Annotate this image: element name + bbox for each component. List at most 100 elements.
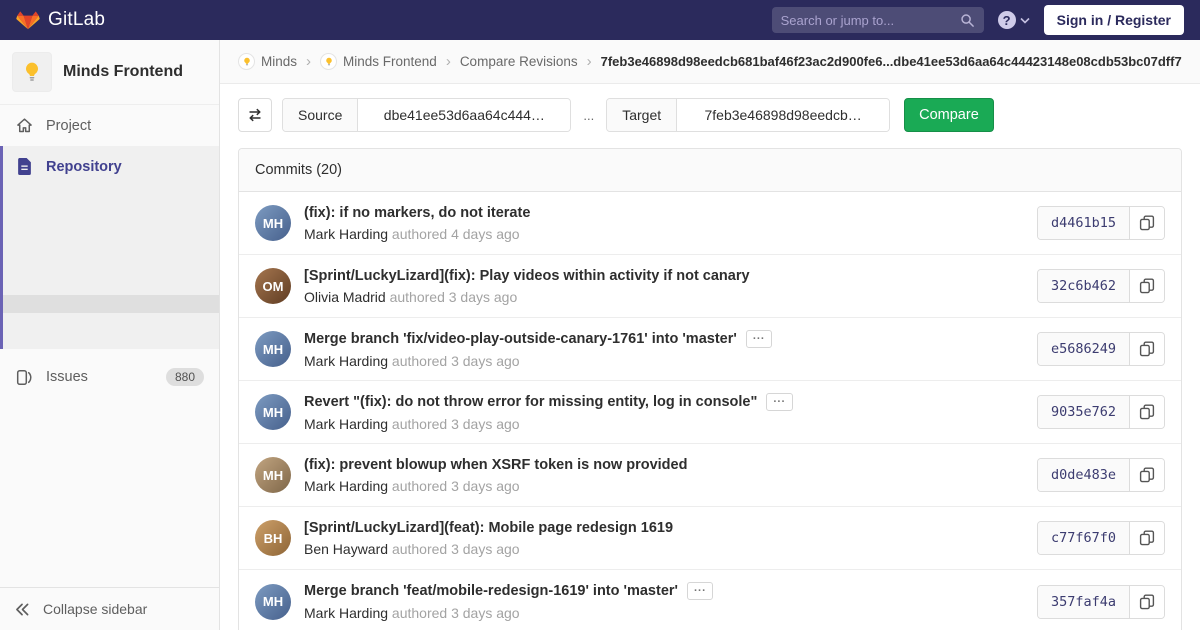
expand-commit-description-button[interactable]: ... — [766, 392, 793, 411]
sidebar-subitem[interactable] — [3, 205, 219, 223]
issues-icon — [15, 369, 33, 386]
commit-author-avatar[interactable]: MH — [255, 457, 291, 493]
expand-commit-description-button[interactable]: ... — [745, 329, 772, 348]
commit-sha-group: 357faf4a — [1036, 584, 1165, 619]
copy-sha-button[interactable] — [1130, 396, 1164, 428]
commit-title-link[interactable]: Merge branch 'fix/video-play-outside-can… — [304, 331, 737, 347]
main-content: Minds › Minds Frontend › Compare Revisio… — [220, 40, 1200, 630]
sidebar-subitem[interactable] — [3, 295, 219, 313]
commit-author-link[interactable]: Mark Harding — [304, 353, 388, 369]
project-avatar[interactable] — [12, 52, 52, 92]
source-ref-input[interactable] — [358, 99, 571, 131]
breadcrumb-link[interactable]: Minds Frontend — [320, 53, 437, 70]
commit-author-link[interactable]: Olivia Madrid — [304, 289, 386, 305]
breadcrumb-label: Minds — [261, 54, 298, 69]
commit-sha-group: d0de483e — [1036, 458, 1165, 492]
commit-title-link[interactable]: [Sprint/LuckyLizard](fix): Play videos w… — [304, 268, 750, 284]
commit-main: Merge branch 'feat/mobile-redesign-1619'… — [304, 582, 714, 621]
nav-link[interactable] — [123, 0, 145, 40]
copy-sha-button[interactable] — [1130, 207, 1164, 239]
commit-title-link[interactable]: (fix): prevent blowup when XSRF token is… — [304, 457, 687, 473]
commit-main: Revert "(fix): do not throw error for mi… — [304, 392, 793, 432]
help-menu[interactable]: ? — [997, 11, 1030, 29]
commit-title-link[interactable]: [Sprint/LuckyLizard](feat): Mobile page … — [304, 520, 673, 536]
commit-sha-group: 9035e762 — [1036, 395, 1165, 429]
commit-sha-link[interactable]: 32c6b462 — [1037, 270, 1130, 302]
search-icon — [960, 13, 975, 28]
breadcrumb-link[interactable]: Minds — [238, 53, 297, 70]
commit-main: [Sprint/LuckyLizard](feat): Mobile page … — [304, 520, 673, 557]
commit-author-avatar[interactable]: OM — [255, 268, 291, 304]
commit-author-avatar[interactable]: MH — [255, 394, 291, 430]
search-input[interactable] — [780, 12, 960, 28]
copy-sha-button[interactable] — [1130, 270, 1164, 302]
nav-link[interactable] — [167, 0, 189, 40]
expand-commit-description-button[interactable]: ... — [686, 582, 714, 600]
swap-revisions-button[interactable] — [238, 98, 272, 132]
sidebar-subitem[interactable] — [3, 187, 219, 205]
lightbulb-icon — [21, 61, 43, 83]
commit-author-avatar[interactable]: MH — [255, 331, 291, 367]
sidebar-subitem[interactable] — [3, 223, 219, 241]
commit-author-avatar[interactable]: MH — [255, 205, 291, 241]
target-ref-input[interactable] — [677, 99, 890, 131]
copy-sha-button[interactable] — [1130, 522, 1164, 554]
commit-sha-link[interactable]: 9035e762 — [1037, 396, 1130, 428]
commit-sha-link[interactable]: e5686249 — [1037, 333, 1130, 365]
primary-nav — [123, 0, 211, 40]
commit-author-link[interactable]: Ben Hayward — [304, 541, 388, 557]
collapse-sidebar-label: Collapse sidebar — [43, 601, 148, 617]
sidebar-subitem[interactable] — [3, 241, 219, 259]
sidebar-item-label: Repository — [46, 158, 122, 175]
commit-author-link[interactable]: Mark Harding — [304, 416, 388, 432]
commit-main: [Sprint/LuckyLizard](fix): Play videos w… — [304, 268, 750, 305]
commit-sha-link[interactable]: c77f67f0 — [1037, 522, 1130, 554]
commit-title-link[interactable]: Revert "(fix): do not throw error for mi… — [304, 394, 757, 410]
commit-author-avatar[interactable]: MH — [255, 583, 291, 620]
commit-sha-link[interactable]: d4461b15 — [1037, 207, 1130, 239]
sidebar-item-repository[interactable]: Repository — [3, 146, 219, 187]
sidebar-subitem[interactable] — [3, 259, 219, 277]
commit-meta: Mark Harding authored 3 days ago — [304, 478, 687, 494]
commits-panel: Commits (20) MH (fix): if no markers, do… — [238, 148, 1182, 630]
nav-link[interactable] — [189, 0, 211, 40]
collapse-sidebar-button[interactable]: Collapse sidebar — [0, 587, 219, 630]
copy-sha-button[interactable] — [1130, 459, 1164, 491]
sidebar-item-project[interactable]: Project — [0, 105, 219, 146]
sidebar-subitem[interactable] — [3, 277, 219, 295]
target-ref-group: Target — [606, 98, 891, 132]
navbar-right: ? Sign in / Register — [771, 5, 1184, 35]
sign-in-register-button[interactable]: Sign in / Register — [1043, 5, 1184, 35]
copy-icon — [1139, 594, 1155, 610]
gitlab-home-link[interactable]: GitLab — [16, 9, 105, 32]
project-header-link[interactable]: Minds Frontend — [0, 40, 219, 105]
commit-sha-link[interactable]: d0de483e — [1037, 459, 1130, 491]
global-search[interactable] — [771, 7, 984, 33]
commit-meta: Ben Hayward authored 3 days ago — [304, 541, 673, 557]
commit-author-link[interactable]: Mark Harding — [304, 226, 388, 242]
commit-author-link[interactable]: Mark Harding — [304, 478, 388, 494]
commit-title-link[interactable]: Merge branch 'feat/mobile-redesign-1619'… — [304, 583, 678, 599]
commit-authored-time: authored 4 days ago — [391, 225, 520, 242]
commit-list: MH (fix): if no markers, do not iterate … — [239, 192, 1181, 630]
breadcrumb-link[interactable]: Compare Revisions — [460, 54, 578, 69]
copy-icon — [1139, 404, 1155, 420]
double-chevron-left-icon — [15, 603, 30, 616]
breadcrumb-separator: › — [306, 53, 312, 70]
copy-sha-button[interactable] — [1130, 333, 1164, 365]
commit-meta: Mark Harding authored 3 days ago — [304, 416, 793, 432]
project-title: Minds Frontend — [63, 63, 183, 80]
sidebar-subitem[interactable] — [3, 313, 219, 331]
commit-row: MH (fix): prevent blowup when XSRF token… — [239, 444, 1181, 507]
commit-sha-link[interactable]: 357faf4a — [1037, 585, 1130, 618]
commit-title-link[interactable]: (fix): if no markers, do not iterate — [304, 205, 530, 221]
sidebar-item-issues[interactable]: Issues 880 — [0, 356, 219, 398]
sidebar-subitem[interactable] — [3, 331, 219, 349]
commits-panel-header: Commits (20) — [239, 149, 1181, 192]
commit-author-link[interactable]: Mark Harding — [304, 605, 388, 621]
nav-link[interactable] — [145, 0, 167, 40]
copy-sha-button[interactable] — [1130, 585, 1164, 618]
compare-button[interactable]: Compare — [904, 98, 994, 132]
commit-author-avatar[interactable]: BH — [255, 520, 291, 556]
commit-sha-group: d4461b15 — [1036, 206, 1165, 240]
